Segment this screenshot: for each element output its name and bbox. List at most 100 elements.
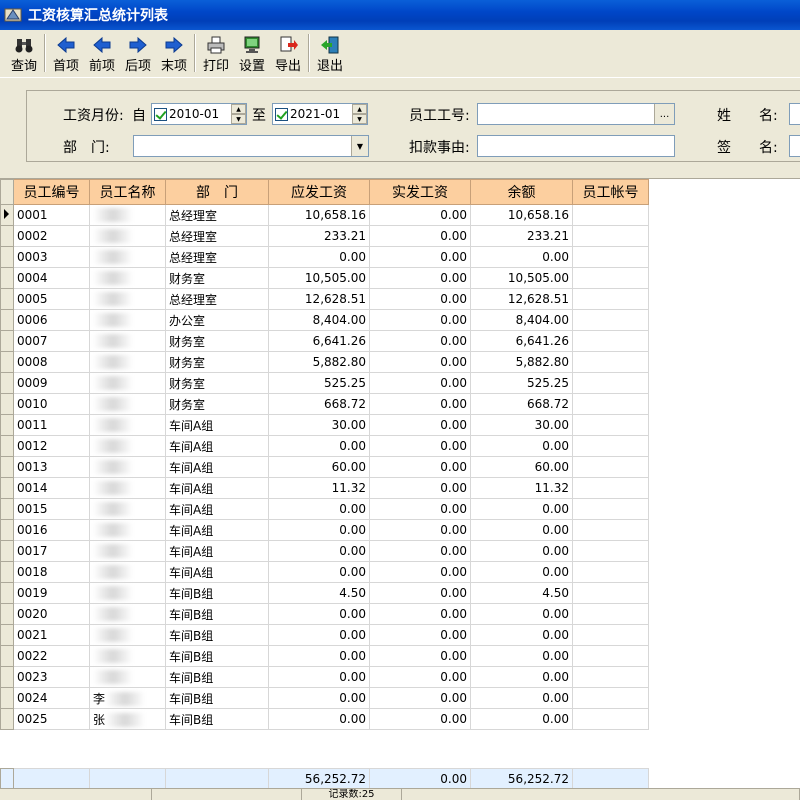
row-indicator[interactable]	[0, 582, 14, 604]
row-indicator[interactable]	[0, 498, 14, 520]
cell-account[interactable]	[572, 204, 649, 226]
cell-balance[interactable]: 6,641.26	[470, 330, 573, 352]
cell-payable[interactable]: 4.50	[268, 582, 370, 604]
col-header-emp-name[interactable]: 员工名称	[89, 179, 166, 205]
cell-emp-name[interactable]	[89, 267, 166, 289]
cell-payable[interactable]: 0.00	[268, 246, 370, 268]
first-button[interactable]: 首项	[48, 30, 84, 76]
cell-emp-no[interactable]: 0004	[13, 267, 90, 289]
cell-payable[interactable]: 10,505.00	[268, 267, 370, 289]
cell-emp-name[interactable]	[89, 309, 166, 331]
table-row[interactable]: 0024 李车间B组 0.00 0.00 0.00	[0, 687, 649, 709]
row-indicator[interactable]	[0, 708, 14, 730]
col-header-dept[interactable]: 部 门	[165, 179, 269, 205]
cell-paid[interactable]: 0.00	[369, 309, 471, 331]
cell-emp-no[interactable]: 0023	[13, 666, 90, 688]
cell-emp-name[interactable]	[89, 351, 166, 373]
cell-payable[interactable]: 12,628.51	[268, 288, 370, 310]
row-indicator[interactable]	[0, 561, 14, 583]
cell-emp-name[interactable]	[89, 330, 166, 352]
cell-emp-name[interactable]	[89, 519, 166, 541]
cell-dept[interactable]: 车间A组	[165, 519, 269, 541]
cell-payable[interactable]: 11.32	[268, 477, 370, 499]
cell-account[interactable]	[572, 540, 649, 562]
cell-paid[interactable]: 0.00	[369, 351, 471, 373]
name-input[interactable]	[789, 103, 800, 125]
col-header-balance[interactable]: 余额	[470, 179, 573, 205]
col-header-paid[interactable]: 实发工资	[369, 179, 471, 205]
row-indicator[interactable]	[0, 687, 14, 709]
cell-balance[interactable]: 0.00	[470, 666, 573, 688]
cell-paid[interactable]: 0.00	[369, 372, 471, 394]
cell-balance[interactable]: 0.00	[470, 603, 573, 625]
cell-paid[interactable]: 0.00	[369, 204, 471, 226]
cell-payable[interactable]: 0.00	[268, 603, 370, 625]
cell-emp-name[interactable]	[89, 540, 166, 562]
col-header-emp-no[interactable]: 员工编号	[13, 179, 90, 205]
cell-payable[interactable]: 30.00	[268, 414, 370, 436]
cell-emp-no[interactable]: 0010	[13, 393, 90, 415]
row-indicator[interactable]	[0, 204, 14, 226]
cell-dept[interactable]: 财务室	[165, 351, 269, 373]
cell-paid[interactable]: 0.00	[369, 414, 471, 436]
cell-emp-no[interactable]: 0007	[13, 330, 90, 352]
cell-emp-name[interactable]	[89, 477, 166, 499]
cell-emp-name[interactable]	[89, 225, 166, 247]
cell-balance[interactable]: 10,658.16	[470, 204, 573, 226]
cell-balance[interactable]: 233.21	[470, 225, 573, 247]
table-row[interactable]: 0005 总经理室 12,628.51 0.00 12,628.51	[0, 288, 649, 310]
cell-payable[interactable]: 10,658.16	[268, 204, 370, 226]
col-header-payable[interactable]: 应发工资	[268, 179, 370, 205]
cell-payable[interactable]: 0.00	[268, 645, 370, 667]
table-row[interactable]: 0002 总经理室 233.21 0.00 233.21	[0, 225, 649, 247]
cell-account[interactable]	[572, 393, 649, 415]
cell-emp-name[interactable]: 李	[89, 687, 166, 709]
cell-balance[interactable]: 0.00	[470, 645, 573, 667]
cell-balance[interactable]: 525.25	[470, 372, 573, 394]
cell-account[interactable]	[572, 666, 649, 688]
cell-payable[interactable]: 0.00	[268, 519, 370, 541]
cell-balance[interactable]: 0.00	[470, 708, 573, 730]
cell-emp-no[interactable]: 0025	[13, 708, 90, 730]
spin-up-icon[interactable]: ▲	[352, 104, 367, 114]
cell-emp-name[interactable]	[89, 414, 166, 436]
cell-paid[interactable]: 0.00	[369, 288, 471, 310]
settings-button[interactable]: 设置	[234, 30, 270, 76]
cell-payable[interactable]: 0.00	[268, 708, 370, 730]
cell-balance[interactable]: 0.00	[470, 246, 573, 268]
cell-account[interactable]	[572, 372, 649, 394]
row-indicator[interactable]	[0, 330, 14, 352]
cell-emp-no[interactable]: 0003	[13, 246, 90, 268]
cell-emp-no[interactable]: 0017	[13, 540, 90, 562]
cell-dept[interactable]: 车间A组	[165, 540, 269, 562]
dept-select[interactable]: ▼	[133, 135, 369, 157]
row-indicator[interactable]	[0, 603, 14, 625]
cell-payable[interactable]: 525.25	[268, 372, 370, 394]
cell-emp-no[interactable]: 0015	[13, 498, 90, 520]
cell-balance[interactable]: 0.00	[470, 519, 573, 541]
cell-emp-no[interactable]: 0006	[13, 309, 90, 331]
table-row[interactable]: 0015 车间A组 0.00 0.00 0.00	[0, 498, 649, 520]
cell-dept[interactable]: 车间A组	[165, 414, 269, 436]
cell-paid[interactable]: 0.00	[369, 708, 471, 730]
cell-payable[interactable]: 0.00	[268, 561, 370, 583]
cell-paid[interactable]: 0.00	[369, 456, 471, 478]
cell-account[interactable]	[572, 435, 649, 457]
prev-button[interactable]: 前项	[84, 30, 120, 76]
cell-account[interactable]	[572, 309, 649, 331]
cell-paid[interactable]: 0.00	[369, 225, 471, 247]
cell-balance[interactable]: 0.00	[470, 435, 573, 457]
cell-balance[interactable]: 8,404.00	[470, 309, 573, 331]
cell-emp-name[interactable]	[89, 666, 166, 688]
cell-payable[interactable]: 5,882.80	[268, 351, 370, 373]
export-button[interactable]: 导出	[270, 30, 306, 76]
row-indicator[interactable]	[0, 372, 14, 394]
cell-paid[interactable]: 0.00	[369, 477, 471, 499]
chevron-down-icon[interactable]: ▼	[351, 136, 368, 156]
cell-dept[interactable]: 车间B组	[165, 603, 269, 625]
row-indicator[interactable]	[0, 288, 14, 310]
row-indicator[interactable]	[0, 351, 14, 373]
row-indicator[interactable]	[0, 414, 14, 436]
cell-balance[interactable]: 12,628.51	[470, 288, 573, 310]
cell-dept[interactable]: 财务室	[165, 393, 269, 415]
